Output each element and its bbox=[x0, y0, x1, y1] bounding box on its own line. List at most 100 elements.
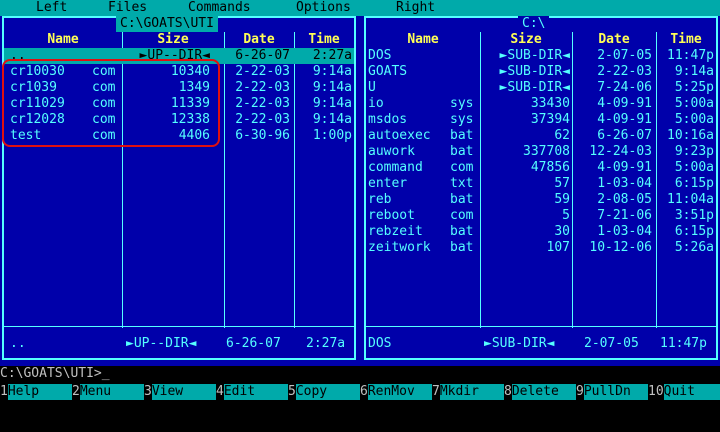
file-time: 9:14a bbox=[312, 80, 352, 95]
file-row[interactable]: reboot com 5 7-21-06 3:51p bbox=[366, 208, 716, 224]
file-date: 2-22-03 bbox=[235, 96, 290, 111]
file-row[interactable]: reb bat 59 2-08-05 11:04a bbox=[366, 192, 716, 208]
file-time: 9:14a bbox=[674, 64, 714, 79]
file-extension: txt bbox=[450, 176, 474, 191]
file-row[interactable]: enter txt 57 1-03-04 6:15p bbox=[366, 176, 716, 192]
file-date: 12-24-03 bbox=[589, 144, 652, 159]
left-status-date: 6-26-07 bbox=[226, 336, 281, 351]
fkey-help[interactable]: 1Help bbox=[0, 384, 72, 400]
file-size: 47856 bbox=[530, 160, 570, 175]
file-row[interactable]: io sys 33430 4-09-91 5:00a bbox=[366, 96, 716, 112]
file-row[interactable]: U ►SUB-DIR◄ 7-24-06 5:25p bbox=[366, 80, 716, 96]
file-name: autoexec bbox=[368, 128, 431, 143]
file-date: 6-30-96 bbox=[235, 128, 290, 143]
fkey-mkdir[interactable]: 7Mkdir bbox=[432, 384, 504, 400]
file-date: 4-09-91 bbox=[597, 96, 652, 111]
fkey-edit[interactable]: 4Edit bbox=[216, 384, 288, 400]
file-date: 1-03-04 bbox=[597, 224, 652, 239]
fkey-renmov[interactable]: 6RenMov bbox=[360, 384, 432, 400]
file-size: 33430 bbox=[530, 96, 570, 111]
file-extension: com bbox=[450, 208, 474, 223]
fkey-view[interactable]: 3View bbox=[144, 384, 216, 400]
file-row[interactable]: DOS ►SUB-DIR◄ 2-07-05 11:47p bbox=[366, 48, 716, 64]
file-time: 9:14a bbox=[312, 64, 352, 79]
file-time: 2:27a bbox=[312, 48, 352, 63]
file-size: 337708 bbox=[523, 144, 570, 159]
fkey-label: PullDn bbox=[583, 384, 648, 400]
file-name: U bbox=[368, 80, 376, 95]
fkey-label: Quit bbox=[663, 384, 720, 400]
menu-right[interactable]: Right bbox=[396, 0, 435, 16]
file-name: reb bbox=[368, 192, 392, 207]
file-date: 2-22-03 bbox=[235, 112, 290, 127]
right-panel-path: C:\ bbox=[518, 16, 550, 32]
file-row[interactable]: autoexec bat 62 6-26-07 10:16a bbox=[366, 128, 716, 144]
fkey-label: Copy bbox=[295, 384, 360, 400]
file-row[interactable]: rebzeit bat 30 1-03-04 6:15p bbox=[366, 224, 716, 240]
file-time: 5:00a bbox=[674, 96, 714, 111]
file-time: 6:15p bbox=[674, 224, 714, 239]
right-panel[interactable]: C:\ Name Size Date Time DOS ►SUB-DIR◄ 2-07… bbox=[364, 16, 718, 360]
left-status-divider bbox=[4, 326, 354, 327]
file-size: ►SUB-DIR◄ bbox=[499, 80, 570, 95]
menu-options[interactable]: Options bbox=[296, 0, 351, 16]
fkey-quit[interactable]: 10Quit bbox=[648, 384, 720, 400]
file-name: command bbox=[368, 160, 423, 175]
file-size: ►SUB-DIR◄ bbox=[499, 48, 570, 63]
file-row[interactable]: auwork bat 337708 12-24-03 9:23p bbox=[366, 144, 716, 160]
file-time: 5:00a bbox=[674, 112, 714, 127]
fkey-label: Mkdir bbox=[439, 384, 504, 400]
fkey-number: 9 bbox=[576, 384, 584, 399]
file-time: 9:23p bbox=[674, 144, 714, 159]
left-header-date: Date bbox=[243, 32, 275, 47]
file-time: 10:16a bbox=[667, 128, 714, 143]
file-date: 2-08-05 bbox=[597, 192, 652, 207]
right-header-name: Name bbox=[407, 32, 439, 47]
right-status-time: 11:47p bbox=[660, 336, 707, 351]
fkey-delete[interactable]: 8Delete bbox=[504, 384, 576, 400]
file-size: 30 bbox=[554, 224, 570, 239]
command-line[interactable]: C:\GOATS\UTI>_ bbox=[0, 366, 720, 382]
file-date: 7-21-06 bbox=[597, 208, 652, 223]
menu-left[interactable]: Left bbox=[36, 0, 67, 16]
right-status-date: 2-07-05 bbox=[584, 336, 639, 351]
file-extension: bat bbox=[450, 128, 474, 143]
function-key-bar: 1Help 2Menu 3View 4Edit 5Copy 6RenMov 7Mkdir 8D… bbox=[0, 384, 720, 400]
menu-bar: Left Files Commands Options Right bbox=[0, 0, 720, 16]
right-header-time: Time bbox=[670, 32, 702, 47]
file-time: 11:04a bbox=[667, 192, 714, 207]
left-header-time: Time bbox=[308, 32, 340, 47]
file-size: 37394 bbox=[530, 112, 570, 127]
file-name: GOATS bbox=[368, 64, 408, 79]
file-size: ►SUB-DIR◄ bbox=[499, 64, 570, 79]
file-time: 5:00a bbox=[674, 160, 714, 175]
file-time: 5:25p bbox=[674, 80, 714, 95]
file-row[interactable]: zeitwork bat 107 10-12-06 5:26a bbox=[366, 240, 716, 256]
menu-files[interactable]: Files bbox=[108, 0, 147, 16]
file-row[interactable]: GOATS ►SUB-DIR◄ 2-22-03 9:14a bbox=[366, 64, 716, 80]
file-date: 10-12-06 bbox=[589, 240, 652, 255]
file-date: 4-09-91 bbox=[597, 160, 652, 175]
left-status-time: 2:27a bbox=[306, 336, 346, 351]
file-date: 6-26-07 bbox=[235, 48, 290, 63]
file-name: io bbox=[368, 96, 384, 111]
fkey-pulldn[interactable]: 9PullDn bbox=[576, 384, 648, 400]
file-date: 2-22-03 bbox=[235, 80, 290, 95]
panels-area: C:\GOATS\UTI Name Size Date Time .. ►UP--… bbox=[0, 16, 720, 368]
fkey-menu[interactable]: 2Menu bbox=[72, 384, 144, 400]
file-row[interactable]: msdos sys 37394 4-09-91 5:00a bbox=[366, 112, 716, 128]
right-header-size: Size bbox=[510, 32, 542, 47]
file-time: 9:14a bbox=[312, 112, 352, 127]
fkey-copy[interactable]: 5Copy bbox=[288, 384, 360, 400]
fkey-number: 3 bbox=[144, 384, 152, 399]
menu-commands[interactable]: Commands bbox=[188, 0, 251, 16]
file-size: 5 bbox=[562, 208, 570, 223]
fkey-number: 4 bbox=[216, 384, 224, 399]
file-size: 57 bbox=[554, 176, 570, 191]
file-name: auwork bbox=[368, 144, 415, 159]
file-name: rebzeit bbox=[368, 224, 423, 239]
file-row[interactable]: command com 47856 4-09-91 5:00a bbox=[366, 160, 716, 176]
annotation-highlight-box bbox=[2, 59, 220, 147]
fkey-number: 2 bbox=[72, 384, 80, 399]
fkey-label: Menu bbox=[79, 384, 144, 400]
